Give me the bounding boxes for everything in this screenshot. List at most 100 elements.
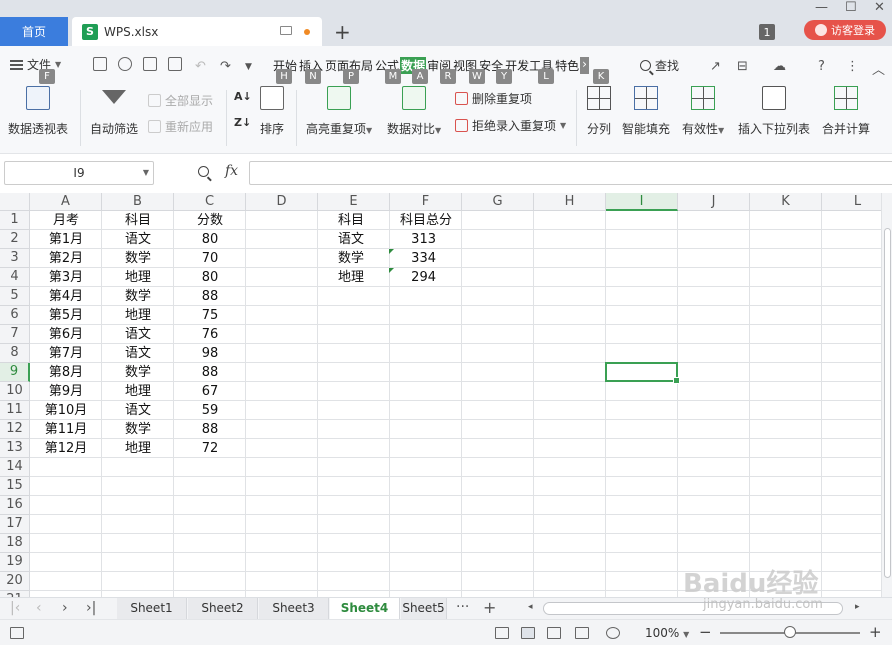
column-header-b[interactable]: B [102,193,174,211]
remove-duplicates-button[interactable]: 删除重复项 [455,90,532,107]
header-cell-subject[interactable]: 科目 [102,211,174,230]
validity-button[interactable]: 有效性▼ [682,86,724,137]
show-all-button[interactable]: 全部显示 [148,92,213,109]
spreadsheet-grid[interactable]: ABCDEFGHIJKL 1 2 3 4 5 6 7 8 9 10 11 12 13 14 15 16 17 18… [0,193,881,597]
column-header-j[interactable]: J [678,193,750,211]
document-tab[interactable]: S WPS.xlsx [72,17,322,46]
table-cell-score[interactable]: 67 [174,382,246,401]
table-cell-month[interactable]: 第6月 [30,325,102,344]
redo-icon[interactable]: ↷ [220,59,231,74]
visitor-login-button[interactable]: 访客登录 [804,20,886,40]
macro-record-icon[interactable] [10,627,24,639]
sheet-tab-1[interactable]: Sheet1 [117,598,187,619]
save-icon[interactable] [93,57,107,71]
table-cell-month[interactable]: 第1月 [30,230,102,249]
page-break-view-icon[interactable] [547,627,561,639]
help-icon[interactable]: ? [818,59,825,74]
zoom-formula-icon[interactable] [198,166,209,177]
normal-view-icon[interactable] [521,627,535,639]
column-header-g[interactable]: G [462,193,534,211]
maximize-icon[interactable]: ☐ [845,0,857,15]
table-cell-score[interactable]: 70 [174,249,246,268]
table-cell-score[interactable]: 88 [174,420,246,439]
prev-sheet-icon[interactable]: ‹ [36,600,42,616]
row-header-7[interactable]: 7 [0,325,30,344]
eye-protection-icon[interactable] [606,627,620,639]
row-header-18[interactable]: 18 [0,534,30,553]
summary-cell-total[interactable]: 294 [390,268,462,287]
pivot-table-button[interactable]: 数据透视表 [8,86,68,137]
column-header-a[interactable]: A [30,193,102,211]
table-cell-score[interactable]: 80 [174,268,246,287]
scroll-left-icon[interactable]: ◂ [528,602,533,612]
table-cell-month[interactable]: 第8月 [30,363,102,382]
row-header-9[interactable]: 9 [0,363,30,382]
column-header-f[interactable]: F [390,193,462,211]
format-painter-icon[interactable] [118,57,132,71]
summary-cell-total[interactable]: 313 [390,230,462,249]
highlight-duplicates-button[interactable]: 高亮重复项▼ [306,86,372,137]
sheet-tab-3[interactable]: Sheet3 [259,598,329,619]
table-cell-subject[interactable]: 地理 [102,382,174,401]
table-cell-subject[interactable]: 数学 [102,420,174,439]
summary-cell-subject[interactable]: 语文 [318,230,390,249]
table-cell-month[interactable]: 第5月 [30,306,102,325]
autofilter-button[interactable]: 自动筛选 [90,86,138,137]
monitor-icon[interactable] [280,26,292,35]
table-cell-month[interactable]: 第11月 [30,420,102,439]
column-header-h[interactable]: H [534,193,606,211]
table-cell-score[interactable]: 88 [174,363,246,382]
row-header-3[interactable]: 3 [0,249,30,268]
sort-button[interactable]: 排序 [260,86,284,137]
table-cell-subject[interactable]: 地理 [102,268,174,287]
active-cell-cursor[interactable] [605,362,680,384]
next-sheet-icon[interactable]: › [62,600,68,616]
summary-cell-subject[interactable]: 地理 [318,268,390,287]
row-header-8[interactable]: 8 [0,344,30,363]
select-all-corner[interactable] [0,193,30,211]
reject-duplicates-button[interactable]: 拒绝录入重复项 ▼ [455,117,566,134]
search-button[interactable]: 查找 [640,57,679,74]
row-header-5[interactable]: 5 [0,287,30,306]
table-cell-score[interactable]: 98 [174,344,246,363]
undo-icon[interactable]: ↶ [195,59,206,74]
split-columns-button[interactable]: 分列 [587,86,611,137]
table-cell-score[interactable]: 72 [174,439,246,458]
zoom-in-button[interactable]: + [869,623,882,641]
data-compare-button[interactable]: 数据对比▼ [387,86,441,137]
column-header-e[interactable]: E [318,193,390,211]
summary-cell-subject[interactable]: 数学 [318,249,390,268]
column-header-c[interactable]: C [174,193,246,211]
zoom-level[interactable]: 100% ▼ [645,626,689,640]
tab-features[interactable]: 特色 [554,57,580,74]
row-header-4[interactable]: 4 [0,268,30,287]
scroll-right-icon[interactable]: ▸ [855,602,860,612]
table-cell-subject[interactable]: 地理 [102,306,174,325]
row-header-2[interactable]: 2 [0,230,30,249]
row-header-17[interactable]: 17 [0,515,30,534]
cloud-icon[interactable]: ☁ [773,59,786,74]
zoom-slider-handle[interactable] [784,626,796,638]
sort-ascending-icon[interactable]: A↓ [234,90,252,103]
smart-fill-button[interactable]: 智能填充 [622,86,670,137]
freeze-view-icon[interactable] [495,627,509,639]
table-cell-subject[interactable]: 数学 [102,249,174,268]
export-icon[interactable]: ⊟ [737,59,748,74]
table-cell-subject[interactable]: 语文 [102,230,174,249]
quick-access-more-icon[interactable]: ▼ [245,62,252,72]
header-cell-score[interactable]: 分数 [174,211,246,230]
print-icon[interactable] [143,57,157,71]
table-cell-month[interactable]: 第10月 [30,401,102,420]
table-cell-score[interactable]: 76 [174,325,246,344]
table-cell-score[interactable]: 75 [174,306,246,325]
more-options-icon[interactable]: ⋮ [846,59,859,74]
table-cell-subject[interactable]: 语文 [102,344,174,363]
window-count-badge[interactable]: 1 [759,24,775,40]
vertical-scrollbar[interactable] [881,193,892,597]
minimize-icon[interactable]: — [815,0,828,15]
summary-cell-total[interactable]: 334 [390,249,462,268]
last-sheet-icon[interactable]: ›| [86,600,96,616]
tab-scroll-right-icon[interactable]: › [580,57,589,74]
row-header-14[interactable]: 14 [0,458,30,477]
row-header-16[interactable]: 16 [0,496,30,515]
